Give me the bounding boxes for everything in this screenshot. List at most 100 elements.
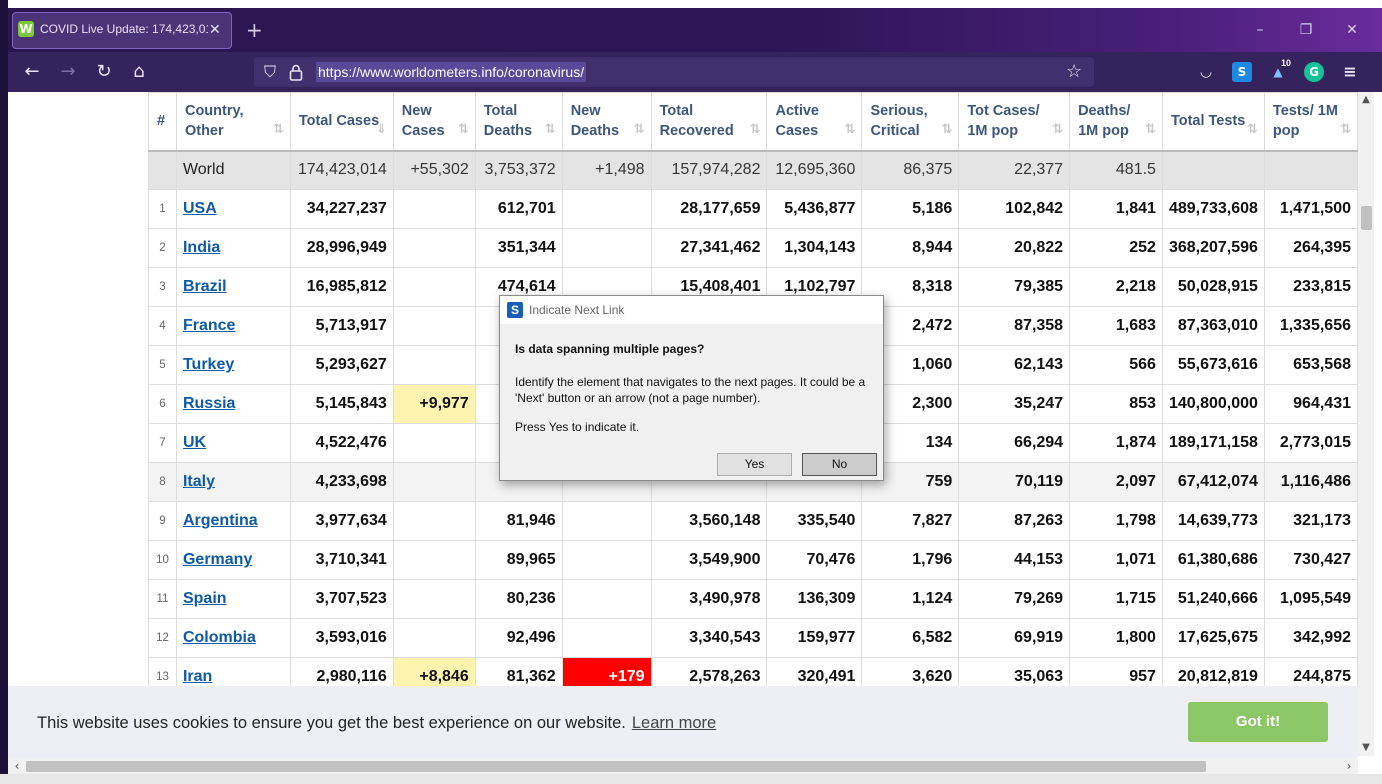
cell-deaths-per-m: 1,800 <box>1069 618 1163 658</box>
sort-icon[interactable]: ⇅ <box>1340 120 1351 140</box>
row-index: 3 <box>148 267 177 307</box>
vertical-scrollbar[interactable] <box>1358 92 1374 756</box>
country-link[interactable]: Colombia <box>183 629 256 646</box>
scroll-left-icon[interactable]: ‹ <box>10 758 24 774</box>
sort-icon[interactable]: ⇅ <box>273 120 284 140</box>
sort-icon[interactable]: ⇅ <box>845 120 856 140</box>
column-header-active-cases[interactable]: Active Cases ⇅ <box>766 92 863 152</box>
home-icon[interactable]: ⌂ <box>127 60 151 84</box>
horizontal-scroll-thumb[interactable] <box>26 761 1206 772</box>
vertical-scroll-thumb[interactable] <box>1361 206 1372 230</box>
country-link[interactable]: Argentina <box>183 512 258 529</box>
cell-deaths-per-m: 853 <box>1069 384 1163 424</box>
sort-icon[interactable]: ⇅ <box>458 120 469 140</box>
cell-cases-per-m: 79,269 <box>958 579 1071 619</box>
column-header-label: Serious, Critical <box>870 103 928 140</box>
grammarly-icon[interactable]: G <box>1304 62 1324 82</box>
no-button[interactable]: No <box>802 453 877 476</box>
cell-tests-per-m: 321,173 <box>1263 501 1359 541</box>
cell-deaths-per-m: 252 <box>1069 228 1163 268</box>
country-link[interactable]: Italy <box>183 473 215 490</box>
lock-icon[interactable] <box>289 63 303 81</box>
country-link[interactable]: Iran <box>183 668 212 685</box>
country-link[interactable]: Germany <box>183 551 252 568</box>
sort-icon[interactable]: ⇅ <box>750 120 761 140</box>
cell-cases-per-m: 102,842 <box>958 189 1071 229</box>
column-header-label: Country, Other <box>184 103 244 140</box>
scroll-down-icon[interactable]: ▼ <box>1358 742 1374 756</box>
cell-new-cases <box>392 579 476 619</box>
cell-serious: 1,796 <box>861 540 960 580</box>
country-link[interactable]: Brazil <box>183 278 227 295</box>
country-link[interactable]: Spain <box>183 590 227 607</box>
scroll-right-icon[interactable]: › <box>1342 758 1356 774</box>
cell-new-cases <box>392 423 476 463</box>
column-header-idx[interactable]: # <box>148 92 177 152</box>
cell-total-recovered: 3,549,900 <box>650 540 768 580</box>
scroll-up-icon[interactable]: ▲ <box>1358 94 1374 108</box>
cell-total-cases: 174,423,014 <box>289 150 394 190</box>
cell-tests-per-m: 730,427 <box>1263 540 1359 580</box>
cell-cases-per-m: 44,153 <box>958 540 1071 580</box>
column-header-new-deaths[interactable]: New Deaths ⇅ <box>561 92 652 152</box>
new-tab-icon[interactable]: + <box>246 19 263 41</box>
restore-icon[interactable]: ❐ <box>1292 16 1320 44</box>
sort-icon[interactable]: ⇅ <box>545 120 556 140</box>
sort-icon[interactable]: ⇅ <box>1247 120 1258 140</box>
dialog-question: Is data spanning multiple pages? <box>515 342 705 356</box>
column-header-label: Tot Cases/ 1M pop <box>967 103 1040 140</box>
column-header-total-deaths[interactable]: Total Deaths ⇅ <box>474 92 563 152</box>
column-header-total-tests[interactable]: Total Tests ⇅ <box>1161 92 1265 152</box>
cell-serious: 7,827 <box>861 501 960 541</box>
got-it-button[interactable]: Got it! <box>1188 702 1328 742</box>
country-link[interactable]: Turkey <box>183 356 234 373</box>
column-header-serious[interactable]: Serious, Critical ⇅ <box>861 92 960 152</box>
minimize-icon[interactable]: – <box>1246 16 1274 44</box>
window-close-icon[interactable]: ✕ <box>1338 16 1366 44</box>
column-header-new-cases[interactable]: New Cases ⇅ <box>392 92 476 152</box>
cell-total-recovered: 3,560,148 <box>650 501 768 541</box>
country-link[interactable]: Russia <box>183 395 235 412</box>
tab-close-icon[interactable]: ✕ <box>209 19 223 39</box>
sort-icon[interactable]: ⇅ <box>1052 120 1063 140</box>
column-header-label: Deaths/ 1M pop <box>1078 103 1131 140</box>
column-header-cases-per-m[interactable]: Tot Cases/ 1M pop ⇅ <box>958 92 1071 152</box>
sort-icon[interactable]: ⇅ <box>634 120 645 140</box>
star-icon[interactable]: ☆ <box>1066 61 1086 83</box>
cell-country: Germany <box>175 540 291 580</box>
shield-icon[interactable]: ⛉ <box>264 62 282 82</box>
forward-arrow-icon[interactable]: → <box>56 60 80 84</box>
column-header-country[interactable]: Country, Other ⇅ <box>175 92 291 152</box>
sort-icon[interactable]: ⇅ <box>1145 120 1156 140</box>
column-header-tests-per-m[interactable]: Tests/ 1M pop ⇅ <box>1263 92 1359 152</box>
country-link[interactable]: UK <box>183 434 206 451</box>
cell-total-deaths: 81,946 <box>474 501 563 541</box>
cell-country: USA <box>175 189 291 229</box>
back-arrow-icon[interactable]: ← <box>20 60 44 84</box>
country-link[interactable]: India <box>183 239 220 256</box>
sort-icon[interactable]: ⇅ <box>941 120 952 140</box>
yes-button[interactable]: Yes <box>717 453 792 476</box>
cell-new-deaths <box>561 501 652 541</box>
cell-country: Turkey <box>175 345 291 385</box>
country-link[interactable]: USA <box>183 200 217 217</box>
reload-icon[interactable]: ↻ <box>92 60 116 84</box>
learn-more-link[interactable]: Learn more <box>632 714 716 732</box>
column-header-label: Active Cases <box>775 103 819 140</box>
column-header-deaths-per-m[interactable]: Deaths/ 1M pop ⇅ <box>1069 92 1163 152</box>
column-header-total-cases[interactable]: Total Cases ⇓ <box>289 92 394 152</box>
table-row: 9 Argentina 3,977,634 81,946 3,560,148 335,54… <box>148 501 1359 541</box>
s-extension-icon[interactable]: S <box>1232 62 1252 82</box>
cell-cases-per-m: 87,358 <box>958 306 1071 346</box>
menu-icon[interactable]: ≡ <box>1340 62 1360 82</box>
cell-new-cases: +9,977 <box>392 384 476 424</box>
cell-total-tests: 61,380,686 <box>1161 540 1265 580</box>
sort-icon[interactable]: ⇓ <box>376 120 387 140</box>
pocket-icon[interactable]: ◡ <box>1196 62 1216 82</box>
cell-new-deaths <box>561 618 652 658</box>
column-header-total-recovered[interactable]: Total Recovered ⇅ <box>650 92 768 152</box>
cell-total-cases: 5,713,917 <box>289 306 394 346</box>
cell-deaths-per-m: 481.5 <box>1069 150 1163 190</box>
url-text[interactable]: https://www.worldometers.info/coronaviru… <box>316 62 587 82</box>
country-link[interactable]: France <box>183 317 235 334</box>
